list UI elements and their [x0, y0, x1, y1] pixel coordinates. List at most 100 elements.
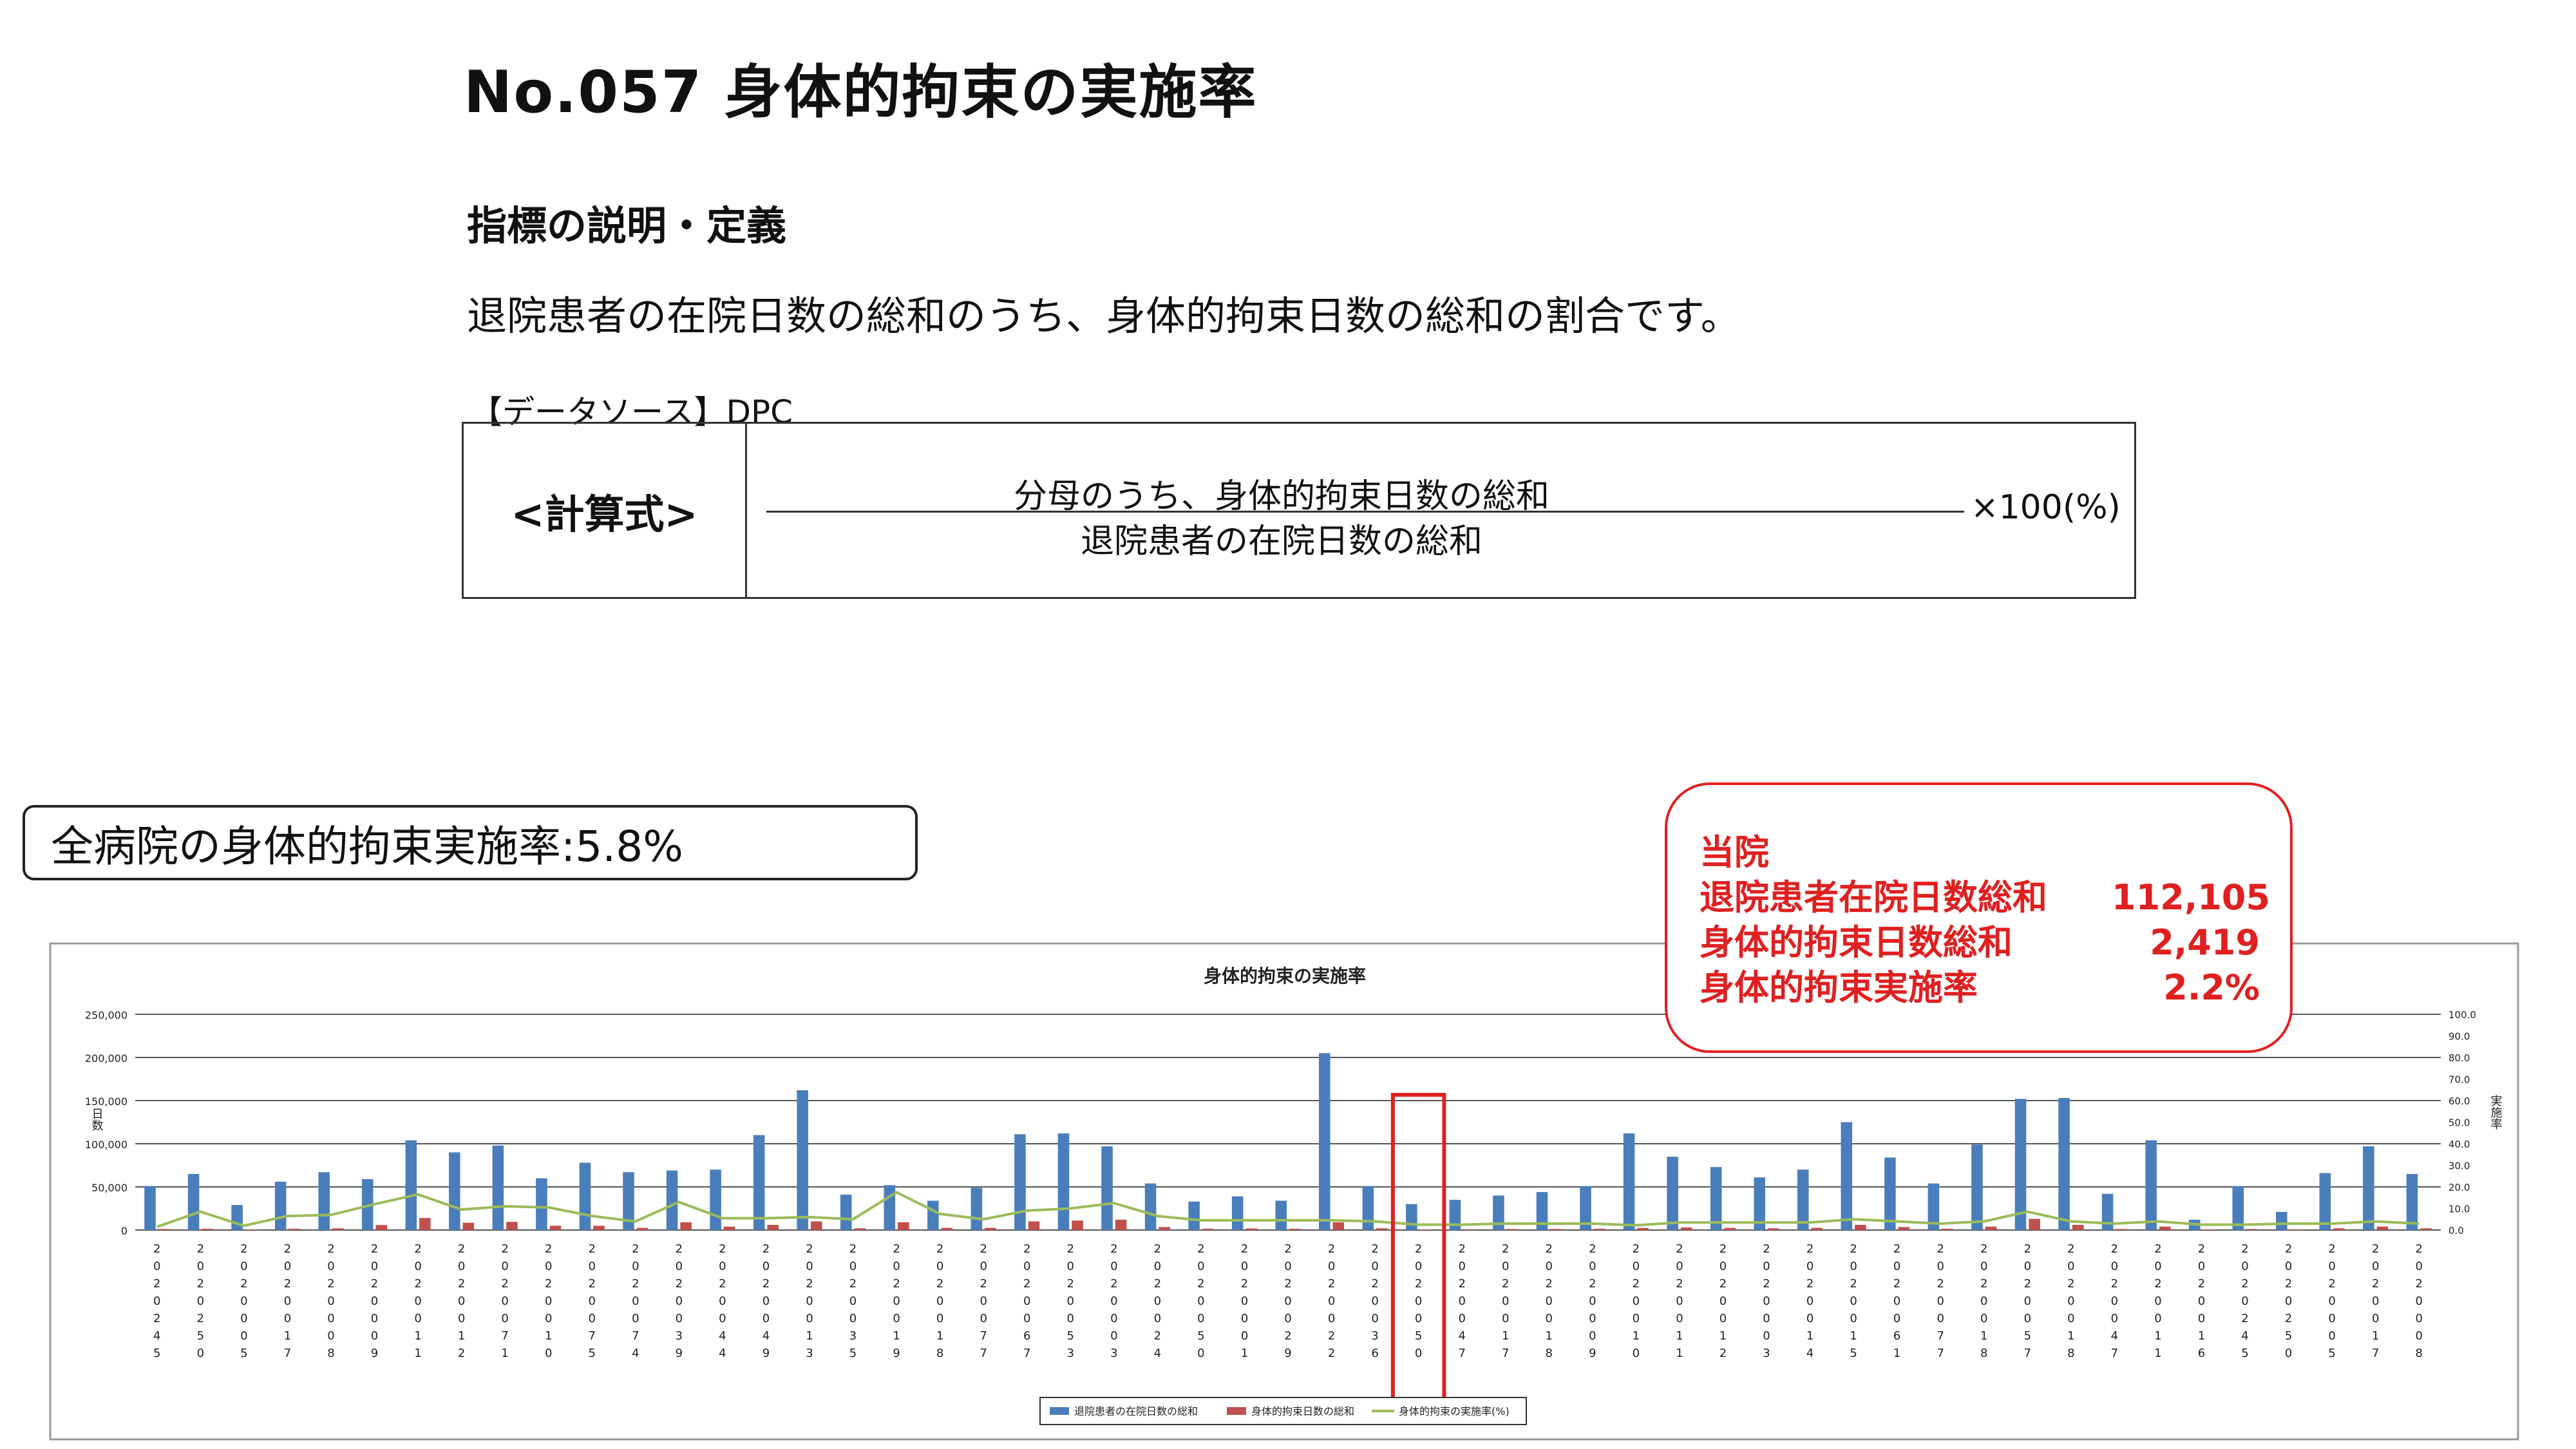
x-tick-label: 0: [1850, 1312, 1857, 1325]
y-left-tick-label: 150,000: [85, 1095, 128, 1108]
x-tick-label: 0: [1763, 1294, 1770, 1308]
x-tick-label: 2: [327, 1277, 334, 1291]
restraint-rate-chart: 身体的拘束の実施率 250,000 200,000 150,000 100,000 50,…: [49, 942, 2519, 1441]
x-tick-label: 0: [849, 1312, 857, 1325]
x-tick-label: 0: [2024, 1312, 2031, 1325]
bar-total-days: [1231, 1196, 1244, 1230]
x-tick-label: 0: [1763, 1260, 1770, 1273]
x-tick-label: 2: [1023, 1277, 1030, 1291]
y-left-tick-label: 50,000: [91, 1182, 128, 1194]
x-tick-label: 2: [153, 1242, 160, 1256]
bar-total-days: [449, 1152, 460, 1230]
x-tick-label: 0: [806, 1312, 813, 1325]
x-tick-label: 1: [2198, 1329, 2205, 1343]
x-tick-label: 2: [719, 1277, 726, 1291]
x-tick-label: 2: [1676, 1242, 1683, 1256]
x-tick-label: 2: [632, 1277, 639, 1291]
bar-restraint-days: [1637, 1227, 1649, 1230]
x-tick-label: 1: [458, 1329, 465, 1343]
x-tick-label: 7: [980, 1329, 987, 1343]
x-tick-label: 0: [632, 1260, 639, 1273]
chart-title: 身体的拘束の実施率: [1204, 965, 1366, 987]
x-tick-label: 0: [762, 1294, 770, 1308]
x-tick-label: 0: [1719, 1294, 1727, 1308]
bar-restraint-days: [2246, 1229, 2258, 1230]
callout-row: 退院患者在院日数総和 112,105: [1700, 875, 2290, 920]
x-tick-label: 0: [2372, 1260, 2379, 1273]
x-tick-label: 0: [1980, 1294, 1987, 1308]
bar-total-days: [1884, 1157, 1896, 1230]
callout-label: 身体的拘束日数総和: [1700, 922, 2012, 963]
x-tick-label: 4: [2111, 1329, 2118, 1343]
x-tick-label: 0: [1197, 1347, 1204, 1360]
x-tick-label: 1: [1850, 1329, 1857, 1343]
x-tick-label: 2: [2067, 1277, 2074, 1291]
x-tick-label: 0: [2024, 1260, 2031, 1273]
x-tick-label: 0: [414, 1312, 421, 1325]
x-tick-label: 0: [2328, 1294, 2335, 1308]
x-tick-label: 1: [284, 1329, 291, 1343]
x-tick-label: 0: [501, 1294, 508, 1308]
x-tick-label: 0: [371, 1260, 378, 1273]
x-tick-label: 0: [2415, 1329, 2422, 1343]
bar-restraint-days: [2159, 1226, 2171, 1230]
bar-total-days: [1406, 1204, 1417, 1230]
y-right-tick-label: 30.0: [2448, 1160, 2470, 1172]
callout-value: 2,419: [2150, 922, 2260, 963]
x-tick-label: 0: [1937, 1312, 1944, 1325]
bar-total-days: [1797, 1170, 1809, 1230]
bar-restraint-days: [1985, 1226, 1997, 1230]
x-tick-label: 3: [1371, 1329, 1378, 1343]
x-tick-label: 0: [676, 1294, 683, 1308]
bar-total-days: [2058, 1097, 2070, 1230]
x-tick-label: 0: [1284, 1260, 1291, 1273]
y-left-tick-label: 250,000: [85, 1009, 128, 1021]
x-tick-label: 3: [849, 1329, 857, 1343]
x-tick-label: 0: [1502, 1294, 1509, 1308]
x-tick-label: 0: [1023, 1294, 1030, 1308]
callout-label: 身体的拘束実施率: [1700, 967, 1978, 1008]
x-tick-label: 0: [719, 1260, 726, 1273]
x-tick-label: 0: [1067, 1294, 1074, 1308]
x-tick-label: 2: [1719, 1277, 1727, 1291]
x-tick-label: 2: [458, 1277, 465, 1291]
x-tick-label: 0: [458, 1294, 465, 1308]
y-right-tick-label: 70.0: [2448, 1074, 2470, 1086]
x-tick-label: 2: [1284, 1329, 1291, 1343]
x-tick-label: 2: [1371, 1242, 1378, 1256]
x-tick-label: 0: [806, 1294, 813, 1308]
x-tick-label: 0: [153, 1260, 160, 1273]
bar-restraint-days: [1898, 1227, 1910, 1230]
x-tick-label: 0: [632, 1294, 639, 1308]
x-tick-label: 0: [545, 1347, 552, 1360]
x-tick-label: 2: [327, 1242, 334, 1256]
x-tick-label: 0: [1589, 1294, 1596, 1308]
x-tick-label: 0: [327, 1294, 334, 1308]
x-tick-label: 0: [1458, 1294, 1465, 1308]
x-tick-label: 0: [371, 1312, 378, 1325]
x-tick-label: 0: [284, 1260, 291, 1273]
x-tick-label: 0: [1371, 1260, 1378, 1273]
x-tick-label: 0: [849, 1294, 857, 1308]
x-tick-label: 0: [501, 1312, 508, 1325]
x-tick-label: 8: [1980, 1347, 1987, 1360]
x-tick-label: 2: [414, 1277, 421, 1291]
x-tick-label: 5: [2241, 1347, 2248, 1360]
x-tick-label: 0: [2111, 1312, 2118, 1325]
bar-restraint-days: [549, 1226, 562, 1230]
x-tick-label: 0: [1154, 1260, 1161, 1273]
x-tick-label: 0: [1154, 1312, 1161, 1325]
x-tick-label: 2: [1371, 1277, 1378, 1291]
x-tick-label: 0: [2415, 1312, 2422, 1325]
bar-total-days: [1623, 1133, 1635, 1230]
x-tick-label: 9: [762, 1347, 770, 1360]
x-tick-label: 0: [2198, 1312, 2205, 1325]
x-tick-label: 2: [1546, 1242, 1553, 1256]
x-tick-label: 0: [762, 1312, 770, 1325]
x-tick-label: 0: [806, 1260, 813, 1273]
x-tick-label: 2: [458, 1347, 465, 1360]
x-tick-label: 2: [1850, 1277, 1857, 1291]
x-tick-label: 2: [632, 1242, 639, 1256]
x-tick-label: 0: [1067, 1260, 1074, 1273]
x-tick-label: 0: [1893, 1294, 1900, 1308]
